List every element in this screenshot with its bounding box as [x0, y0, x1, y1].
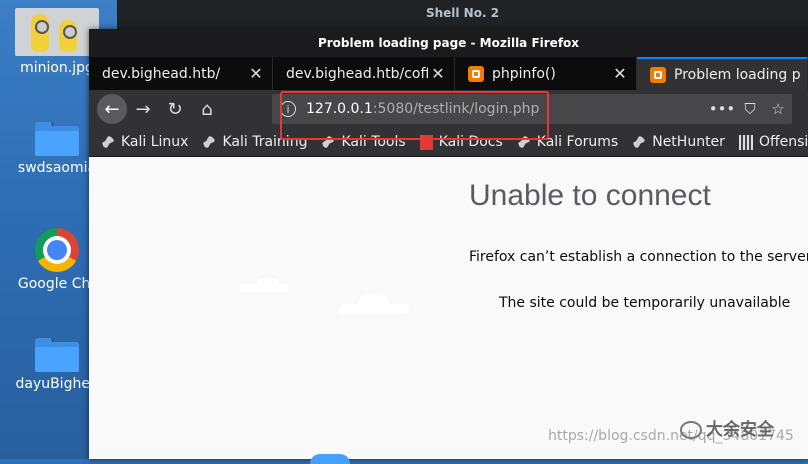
- reload-button[interactable]: ↻: [159, 93, 191, 125]
- xampp-icon: [650, 66, 666, 83]
- tab-label: Problem loading p: [674, 66, 801, 83]
- chrome-icon: [35, 228, 79, 272]
- back-button[interactable]: ←: [97, 94, 127, 124]
- offensive-security-icon: [738, 134, 753, 150]
- info-icon[interactable]: i: [280, 101, 296, 117]
- url-bar[interactable]: i 127.0.0.1:5080/testlink/login.php ••• …: [272, 94, 792, 124]
- bookmark-star-icon[interactable]: ☆: [764, 100, 792, 118]
- kali-dragon-icon: [202, 135, 216, 149]
- bookmark-kali-training[interactable]: Kali Training: [202, 134, 307, 150]
- close-tab-icon[interactable]: ✕: [428, 64, 448, 83]
- firefox-window: Problem loading page - Mozilla Firefox d…: [89, 29, 808, 459]
- kali-dragon-icon: [101, 135, 115, 149]
- background-shell-window[interactable]: Shell No. 2: [117, 0, 808, 31]
- reload-icon: ↻: [167, 98, 183, 120]
- home-icon: ⌂: [201, 98, 213, 120]
- watermark-brand: 大余安全: [680, 415, 774, 440]
- error-detail: The site could be temporarily unavailabl…: [499, 295, 791, 311]
- tab-label: dev.bighead.htb/: [102, 65, 221, 82]
- bookmark-kali-linux[interactable]: Kali Linux: [101, 134, 188, 150]
- bookmark-label: Offensive S: [758, 134, 808, 150]
- bookmark-label: Kali Training: [222, 134, 308, 150]
- cloud-illustration: [257, 278, 279, 292]
- tab-strip: dev.bighead.htb/ ✕ dev.bighead.htb/coffe…: [89, 57, 808, 90]
- bookmark-label: Kali Tools: [341, 134, 406, 150]
- page-actions-icon[interactable]: •••: [708, 100, 736, 118]
- bookmark-kali-tools[interactable]: Kali Tools: [321, 134, 405, 150]
- url-host: 127.0.0.1: [306, 101, 373, 117]
- close-tab-icon[interactable]: ✕: [246, 64, 266, 83]
- close-tab-icon[interactable]: ✕: [610, 64, 630, 83]
- kali-dragon-icon: [517, 135, 531, 149]
- bookmark-offensive-security[interactable]: Offensive S: [738, 134, 808, 150]
- tab-phpinfo[interactable]: phpinfo() ✕: [455, 57, 637, 90]
- bookmark-label: Kali Docs: [438, 134, 503, 150]
- pocket-icon[interactable]: ⛉: [736, 100, 764, 118]
- globe-illustration: [310, 454, 350, 464]
- firefox-window-title: Problem loading page - Mozilla Firefox: [89, 29, 808, 57]
- error-title: Unable to connect: [469, 179, 711, 212]
- url-path: :5080/testlink/login.php: [372, 101, 540, 117]
- wechat-icon: [680, 421, 702, 439]
- image-thumbnail-icon: [15, 8, 99, 56]
- tab-dev-bighead[interactable]: dev.bighead.htb/ ✕: [89, 57, 273, 90]
- error-description: Firefox can’t establish a connection to …: [469, 249, 808, 265]
- tab-label: dev.bighead.htb/coffe: [286, 65, 428, 82]
- folder-icon: [35, 338, 79, 372]
- navigation-toolbar: ← → ↻ ⌂ i 127.0.0.1:5080/testlink/login.…: [89, 90, 808, 128]
- arrow-left-icon: ←: [104, 98, 120, 120]
- bookmark-kali-forums[interactable]: Kali Forums: [517, 134, 618, 150]
- bookmark-nethunter[interactable]: NetHunter: [632, 134, 725, 150]
- kali-dragon-icon: [632, 135, 646, 149]
- bookmarks-toolbar: Kali Linux Kali Training Kali Tools Kali…: [89, 128, 808, 157]
- bookmark-kali-docs[interactable]: Kali Docs: [419, 134, 503, 150]
- folder-icon: [35, 122, 79, 156]
- cloud-illustration: [359, 294, 389, 312]
- home-button[interactable]: ⌂: [191, 93, 223, 125]
- bookmark-label: Kali Forums: [536, 134, 619, 150]
- shell-window-title: Shell No. 2: [425, 6, 500, 20]
- arrow-right-icon: →: [135, 98, 151, 120]
- kali-dragon-icon: [321, 135, 335, 149]
- xampp-icon: [468, 65, 484, 82]
- tab-label: phpinfo(): [492, 65, 556, 82]
- watermark-brand-label: 大余安全: [706, 420, 774, 440]
- bookmark-label: Kali Linux: [121, 134, 189, 150]
- bookmark-label: NetHunter: [652, 134, 725, 150]
- docs-icon: [419, 134, 433, 150]
- forward-button[interactable]: →: [127, 93, 159, 125]
- tab-dev-bighead-coffee[interactable]: dev.bighead.htb/coffe ✕: [273, 57, 455, 90]
- tab-problem-loading[interactable]: Problem loading p: [637, 57, 808, 90]
